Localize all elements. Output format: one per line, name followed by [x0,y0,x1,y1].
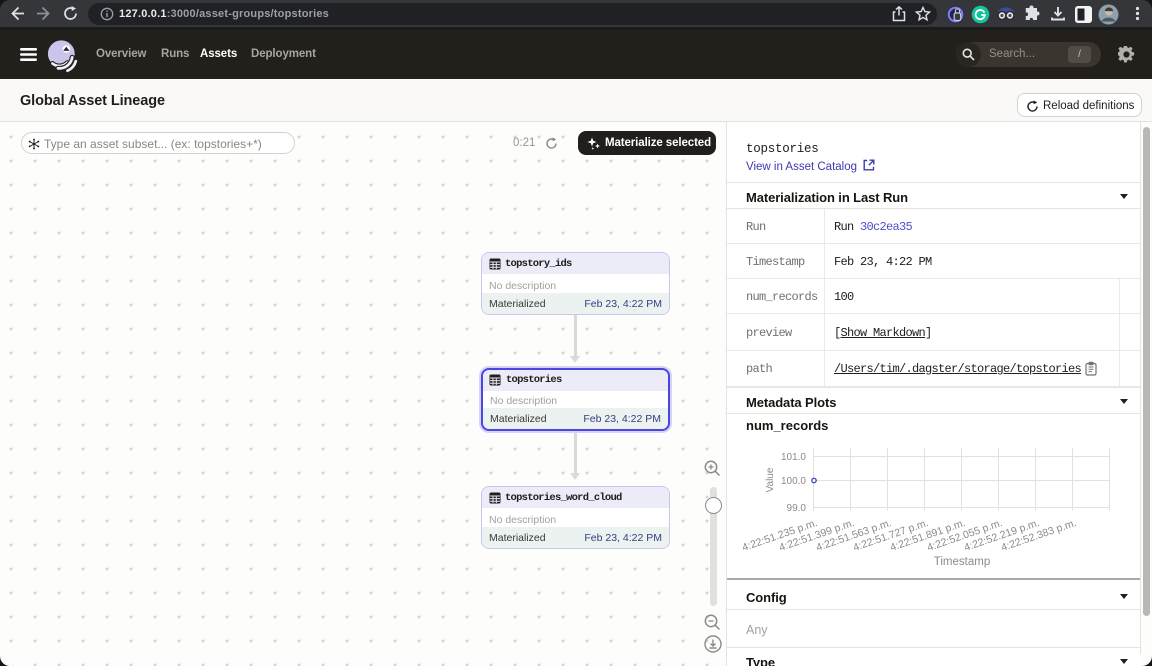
svg-text:99.0: 99.0 [787,503,807,514]
svg-text:100.0: 100.0 [781,476,806,487]
svg-text:101.0: 101.0 [781,452,806,463]
svg-text:Timestamp: Timestamp [934,556,990,568]
svg-text:Value: Value [765,467,776,492]
